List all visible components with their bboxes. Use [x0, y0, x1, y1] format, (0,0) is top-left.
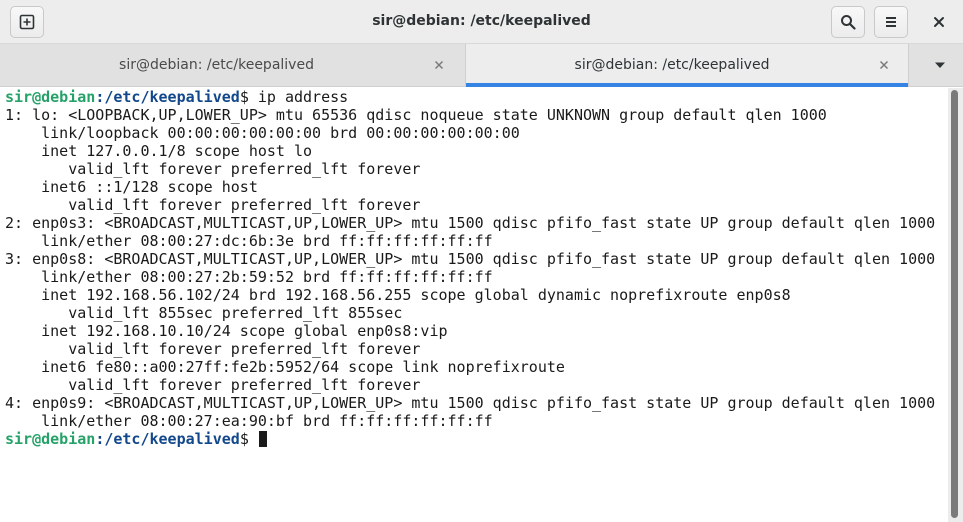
tab-bar: sir@debian: /etc/keepalived sir@debian: … [0, 44, 963, 87]
tab-label: sir@debian: /etc/keepalived [574, 57, 770, 73]
tab-list-dropdown-button[interactable] [920, 44, 960, 86]
new-tab-button[interactable] [10, 6, 44, 38]
prompt-user: sir@debian [5, 430, 96, 448]
close-icon [879, 60, 889, 70]
output-line: valid_lft forever preferred_lft forever [5, 160, 421, 178]
output-line: inet 127.0.0.1/8 scope host lo [5, 142, 313, 160]
active-tab-indicator [466, 83, 908, 87]
close-icon [434, 60, 444, 70]
terminal-area[interactable]: sir@debian:/etc/keepalived$ ip address 1… [0, 88, 948, 522]
menu-button[interactable] [874, 6, 908, 38]
close-icon [934, 17, 944, 27]
tab-label: sir@debian: /etc/keepalived [119, 57, 314, 73]
output-line: inet6 ::1/128 scope host [5, 178, 258, 196]
output-line: link/ether 08:00:27:dc:6b:3e brd ff:ff:f… [5, 232, 493, 250]
output-line: 2: enp0s3: <BROADCAST,MULTICAST,UP,LOWER… [5, 214, 936, 232]
output-line: 1: lo: <LOOPBACK,UP,LOWER_UP> mtu 65536 … [5, 106, 827, 124]
output-line: link/ether 08:00:27:2b:59:52 brd ff:ff:f… [5, 268, 493, 286]
output-line: valid_lft 855sec preferred_lft 855sec [5, 304, 403, 322]
text-cursor [258, 431, 267, 447]
output-line: inet 192.168.56.102/24 brd 192.168.56.25… [5, 286, 791, 304]
new-tab-icon [19, 14, 35, 30]
prompt-line: sir@debian:/etc/keepalived$ [5, 430, 267, 448]
tab-2[interactable]: sir@debian: /etc/keepalived [465, 44, 909, 87]
output-line: 3: enp0s8: <BROADCAST,MULTICAST,UP,LOWER… [5, 250, 936, 268]
output-line: inet6 fe80::a00:27ff:fe2b:5952/64 scope … [5, 358, 565, 376]
prompt-symbol: $ [239, 88, 258, 106]
close-window-button[interactable] [922, 6, 956, 38]
prompt-user: sir@debian [5, 88, 96, 106]
command-text: ip address [257, 88, 349, 106]
output-line: valid_lft forever preferred_lft forever [5, 196, 421, 214]
tab-close-button[interactable] [876, 57, 892, 73]
output-line: valid_lft forever preferred_lft forever [5, 376, 421, 394]
output-line: link/ether 08:00:27:ea:90:bf brd ff:ff:f… [5, 412, 493, 430]
vertical-scrollbar[interactable] [948, 88, 963, 522]
search-button[interactable] [831, 6, 865, 38]
header-bar: sir@debian: /etc/keepalived [0, 0, 963, 44]
prompt-path: :/etc/keepalived [95, 88, 240, 106]
prompt-path: :/etc/keepalived [95, 430, 240, 448]
prompt-symbol: $ [239, 430, 258, 448]
hamburger-menu-icon [886, 17, 896, 27]
search-icon [841, 15, 856, 30]
chevron-down-icon [935, 62, 945, 68]
tab-close-button[interactable] [431, 57, 447, 73]
output-line: valid_lft forever preferred_lft forever [5, 340, 421, 358]
tab-1[interactable]: sir@debian: /etc/keepalived [0, 44, 463, 86]
scrollbar-thumb[interactable] [951, 90, 958, 518]
prompt-line: sir@debian:/etc/keepalived$ ip address [5, 88, 348, 106]
window-title: sir@debian: /etc/keepalived [372, 13, 591, 29]
output-line: inet 192.168.10.10/24 scope global enp0s… [5, 322, 448, 340]
output-line: 4: enp0s9: <BROADCAST,MULTICAST,UP,LOWER… [5, 394, 936, 412]
output-line: link/loopback 00:00:00:00:00:00 brd 00:0… [5, 124, 520, 142]
